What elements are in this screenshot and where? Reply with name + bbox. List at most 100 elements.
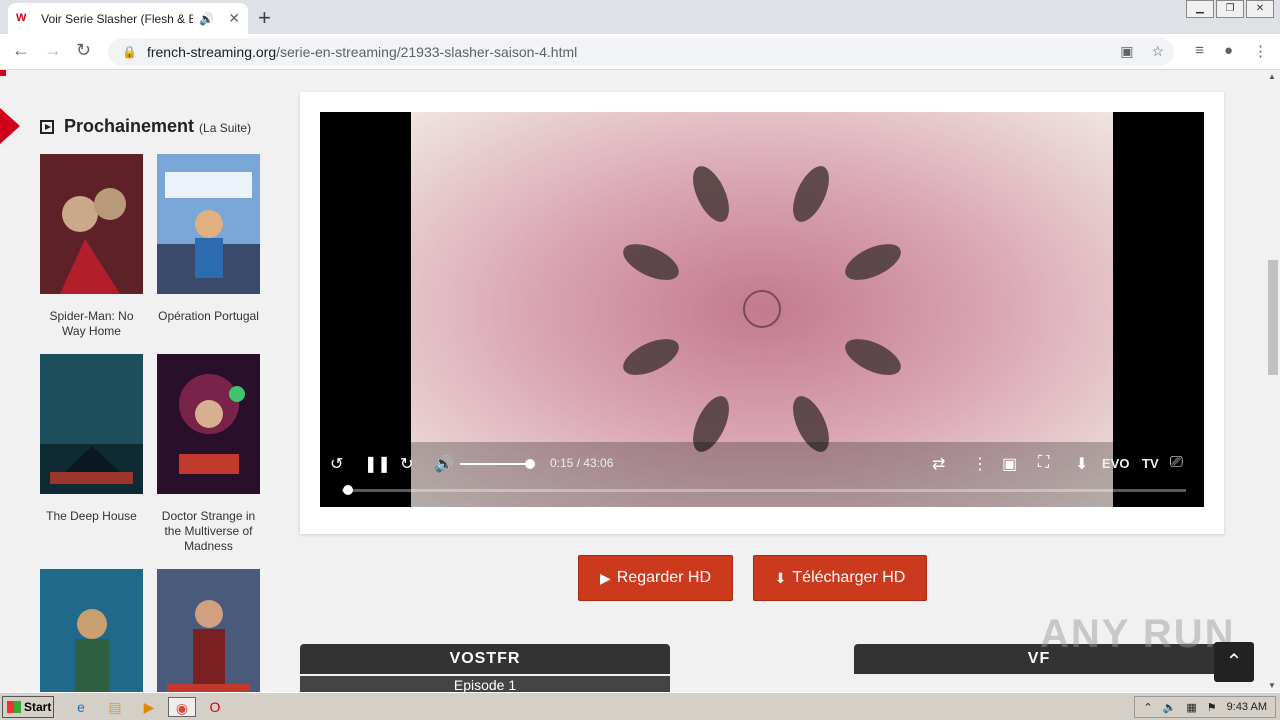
tray-expand-icon[interactable]: ⌃ [1143,701,1152,714]
url-path: /serie-en-streaming/21933-slasher-saison… [276,44,578,60]
tab-bar: W Voir Serie Slasher (Flesh & Blood) 🔊 ✕… [0,0,1280,34]
volume-knob[interactable] [525,459,536,469]
youtube-play-icon: ▶ [599,569,611,586]
blocked-popup-icon[interactable]: ▣ [1120,43,1133,60]
scroll-up-arrow-icon[interactable]: ▲ [1268,72,1276,81]
video-player[interactable]: ↺ ❚❚ ↻ 🔊 0:15 / 43:06 ⇄ ⋮ ▣ ⛶ ⬇ EVO TV ⎚ [320,112,1204,507]
scroll-to-top-button[interactable]: ⌃ [1214,642,1254,682]
poster-image[interactable] [157,154,260,294]
fullscreen-icon[interactable]: ⛶ [1038,454,1049,472]
forward-10-icon[interactable]: ↻ [400,454,413,474]
more-options-icon[interactable]: ⋮ [972,454,988,474]
browser-tab[interactable]: W Voir Serie Slasher (Flesh & Blood) 🔊 ✕ [8,3,248,34]
close-window-button[interactable]: ✕ [1246,0,1274,18]
anyrun-watermark: ANY RUN [1040,612,1236,656]
lock-icon[interactable]: 🔒 [122,45,137,59]
vostfr-episodes: VOSTFR Episode 1 [300,644,670,692]
start-button[interactable]: Start [2,696,54,718]
poster-item[interactable] [40,569,143,692]
volume-slider[interactable] [460,463,534,465]
address-bar[interactable]: 🔒 french-streaming.org /serie-en-streami… [108,38,1174,66]
window-controls: ▁ ❐ ✕ [1184,0,1274,18]
scroll-thumb[interactable] [1268,260,1278,375]
red-accent [0,70,6,76]
seek-knob[interactable] [343,485,354,495]
player-card: ↺ ❚❚ ↻ 🔊 0:15 / 43:06 ⇄ ⋮ ▣ ⛶ ⬇ EVO TV ⎚ [300,92,1224,534]
forward-icon[interactable]: → [44,40,62,61]
page-content: Prochainement (La Suite) Spider-Man: No … [0,70,1266,692]
media-player-icon[interactable]: ▶ [138,697,160,717]
seek-bar[interactable] [342,489,1186,492]
tab-title: Voir Serie Slasher (Flesh & Blood) [41,11,194,26]
download-hd-button[interactable]: ⬇ Télécharger HD [753,555,927,601]
url-host: french-streaming.org [146,44,277,60]
omnibox-actions: ▣ ☆ [1120,43,1164,60]
windows-logo-icon [7,701,21,713]
volume-icon[interactable]: 🔊 [434,454,454,474]
site-favicon-icon: W [16,11,27,24]
clock[interactable]: 9:43 AM [1227,701,1267,713]
play-box-icon [40,120,54,134]
media-control-icon[interactable]: ≡ [1195,42,1204,60]
scroll-down-arrow-icon[interactable]: ▼ [1268,681,1276,690]
poster-item[interactable] [157,569,260,692]
tv-label[interactable]: TV [1142,456,1159,471]
pause-icon[interactable]: ❚❚ [364,454,391,474]
watch-hd-label: Regarder HD [616,569,712,586]
download-icon[interactable]: ⬇ [1075,454,1088,474]
windows-taskbar: Start e ▤ ▶ ◉ O ⌃ 🔈 ▦ ⚑ 9:43 AM [0,692,1280,720]
poster-image[interactable] [157,569,260,692]
toolbar-right: ≡ ● ⋮ [1195,42,1268,60]
system-tray: ⌃ 🔈 ▦ ⚑ 9:43 AM [1134,696,1276,718]
bookmark-star-icon[interactable]: ☆ [1151,43,1164,60]
menu-kebab-icon[interactable]: ⋮ [1253,42,1268,60]
player-controls: ↺ ❚❚ ↻ 🔊 0:15 / 43:06 ⇄ ⋮ ▣ ⛶ ⬇ EVO TV ⎚ [320,450,1204,507]
poster-image[interactable] [40,154,143,294]
download-hd-label: Télécharger HD [792,569,906,586]
opera-icon[interactable]: O [204,697,226,717]
volume-tray-icon[interactable]: 🔈 [1163,701,1177,714]
sidebar-heading: Prochainement (La Suite) [40,116,251,137]
poster-title[interactable]: The Deep House [40,509,143,524]
start-label: Start [24,700,52,714]
sidebar-subtitle: (La Suite) [199,121,252,135]
picture-in-picture-icon[interactable]: ▣ [1002,454,1017,474]
ie-icon[interactable]: e [70,697,92,717]
poster-item[interactable]: Opération Portugal [157,154,260,324]
explorer-icon[interactable]: ▤ [104,697,126,717]
poster-image[interactable] [157,354,260,494]
flag-tray-icon[interactable]: ⚑ [1207,701,1217,714]
vostfr-header: VOSTFR [300,644,670,674]
download-icon: ⬇ [774,569,787,586]
poster-image[interactable] [40,569,143,692]
restore-button[interactable]: ❐ [1216,0,1244,18]
browser-toolbar: ← → ↻ 🔒 french-streaming.org /serie-en-s… [0,34,1280,70]
poster-image[interactable] [40,354,143,494]
time-display: 0:15 / 43:06 [550,456,614,470]
chrome-icon[interactable]: ◉ [168,697,196,717]
sidebar-title: Prochainement [64,116,195,136]
evo-label[interactable]: EVO [1102,456,1129,471]
new-tab-button[interactable]: + [258,5,271,31]
minimize-button[interactable]: ▁ [1186,0,1214,18]
poster-item[interactable]: Spider-Man: No Way Home [40,154,143,339]
poster-item[interactable]: The Deep House [40,354,143,524]
page-scrollbar[interactable]: ▲ ▼ [1266,70,1280,692]
video-frame[interactable] [411,112,1113,507]
loop-icon[interactable]: ⇄ [932,454,945,474]
poster-item[interactable]: Doctor Strange in the Multiverse of Madn… [157,354,260,554]
network-tray-icon[interactable]: ▦ [1186,701,1196,714]
poster-title[interactable]: Spider-Man: No Way Home [40,309,143,339]
cast-icon[interactable]: ⎚ [1170,454,1183,472]
back-icon[interactable]: ← [12,40,30,61]
audio-playing-icon[interactable]: 🔊 [199,12,214,26]
close-tab-icon[interactable]: ✕ [228,10,240,27]
poster-title[interactable]: Opération Portugal [157,309,260,324]
poster-title[interactable]: Doctor Strange in the Multiverse of Madn… [157,509,260,554]
rewind-10-icon[interactable]: ↺ [330,454,343,474]
episode-link[interactable]: Episode 1 [300,676,670,692]
watch-hd-button[interactable]: ▶ Regarder HD [578,555,733,601]
red-arrow-decoration [0,108,20,144]
profile-avatar-icon[interactable]: ● [1224,42,1233,60]
reload-icon[interactable]: ↻ [76,40,91,61]
